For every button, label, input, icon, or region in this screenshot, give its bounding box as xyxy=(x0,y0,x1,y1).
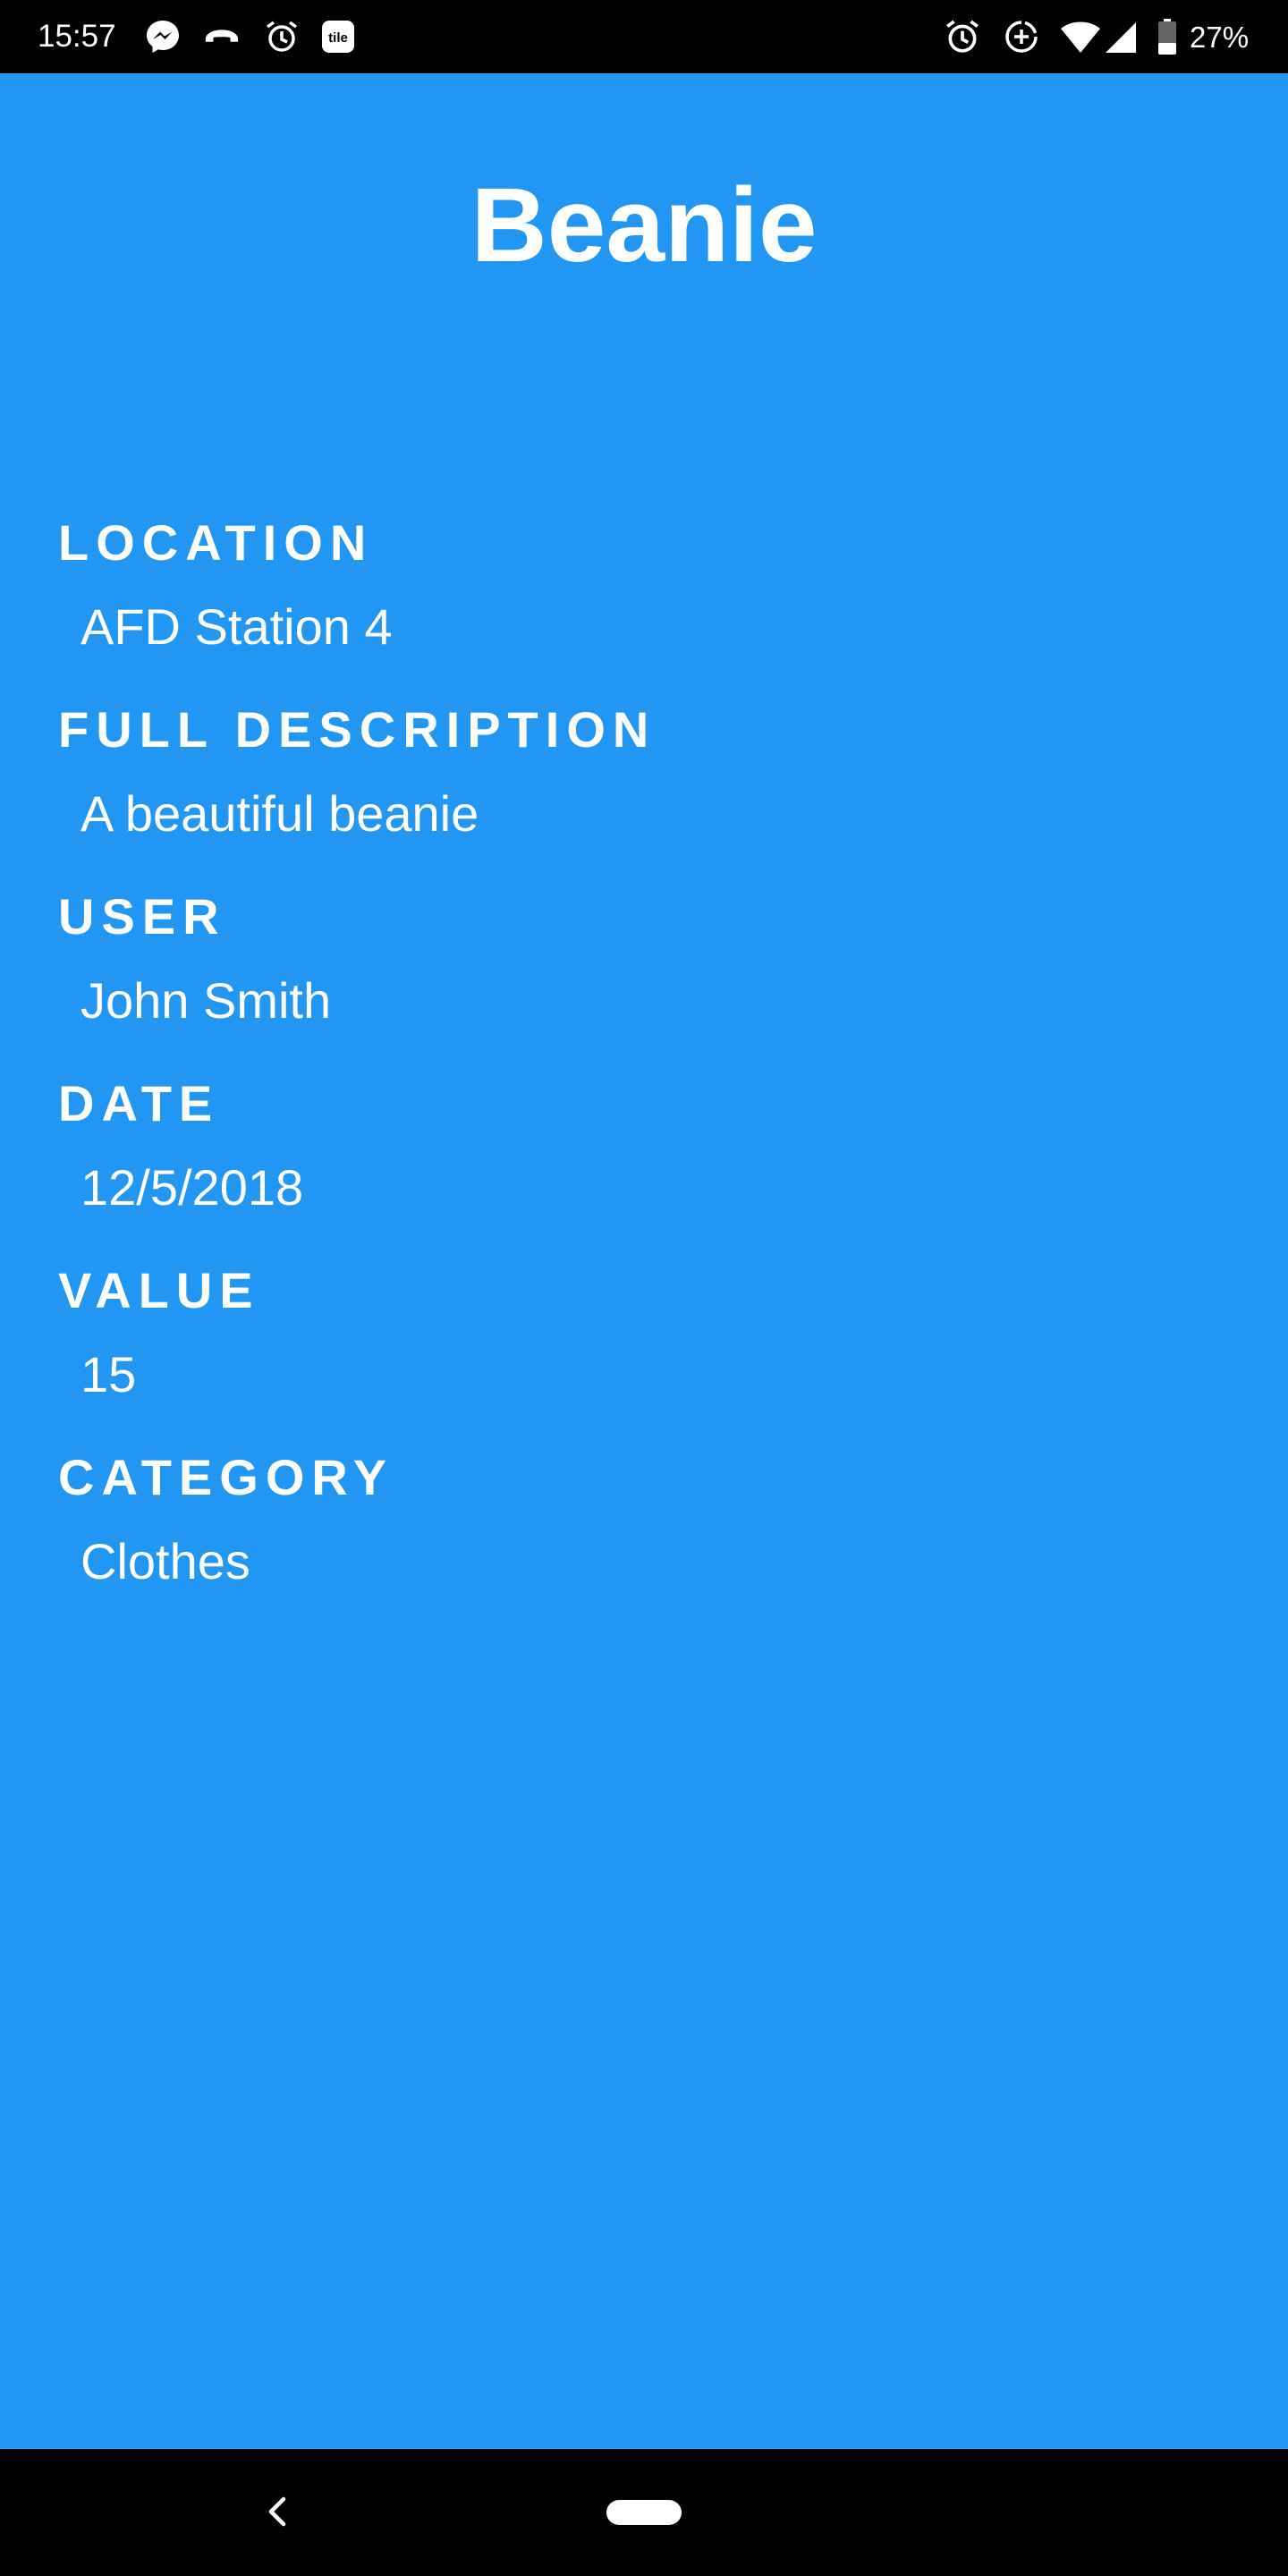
full-description-value: A beautiful beanie xyxy=(80,785,479,842)
data-saver-icon xyxy=(1003,18,1040,55)
page-title: Beanie xyxy=(470,166,818,284)
date-label: DATE xyxy=(58,1075,220,1131)
date-value: 12/5/2018 xyxy=(80,1159,304,1216)
messenger-icon xyxy=(144,18,182,55)
phone-call-icon xyxy=(203,18,241,55)
back-icon xyxy=(268,2496,286,2527)
value-field: VALUE 15 xyxy=(58,1259,1221,1446)
full-description-field: FULL DESCRIPTION A beautiful beanie xyxy=(58,699,1221,886)
user-value: John Smith xyxy=(80,972,332,1029)
full-description-label: FULL DESCRIPTION xyxy=(58,701,657,758)
cellular-signal-icon xyxy=(1103,18,1140,55)
battery-percentage: 27% xyxy=(1190,21,1250,54)
alarm-icon xyxy=(263,18,301,55)
category-value: Clothes xyxy=(80,1533,250,1589)
value-value: 15 xyxy=(80,1346,137,1402)
location-value: AFD Station 4 xyxy=(80,598,393,655)
location-field: LOCATION AFD Station 4 xyxy=(58,512,1221,699)
user-label: USER xyxy=(58,888,226,945)
item-detail-screen: Beanie LOCATION AFD Station 4 FULL DESCR… xyxy=(0,73,1288,2449)
location-label: LOCATION xyxy=(58,514,374,571)
phone-screen: 15:57 tile 27% Beanie LOCATION AFD Stati… xyxy=(0,0,1288,2576)
category-field: CATEGORY Clothes xyxy=(58,1446,1221,1633)
user-field: USER John Smith xyxy=(58,886,1221,1072)
navigation-bar xyxy=(0,2449,1288,2576)
alarm-icon xyxy=(944,18,981,55)
back-button[interactable] xyxy=(255,2489,300,2534)
value-label: VALUE xyxy=(58,1262,260,1318)
date-field: DATE 12/5/2018 xyxy=(58,1072,1221,1259)
status-time: 15:57 xyxy=(38,19,116,54)
item-details-list: LOCATION AFD Station 4 FULL DESCRIPTION … xyxy=(58,512,1221,1633)
battery-icon xyxy=(1154,18,1181,55)
status-bar: 15:57 tile 27% xyxy=(0,0,1288,73)
category-label: CATEGORY xyxy=(58,1449,394,1505)
home-button[interactable] xyxy=(606,2500,682,2525)
wifi-icon xyxy=(1058,18,1103,55)
tile-icon-label: tile xyxy=(328,30,348,46)
tile-icon: tile xyxy=(319,18,357,55)
